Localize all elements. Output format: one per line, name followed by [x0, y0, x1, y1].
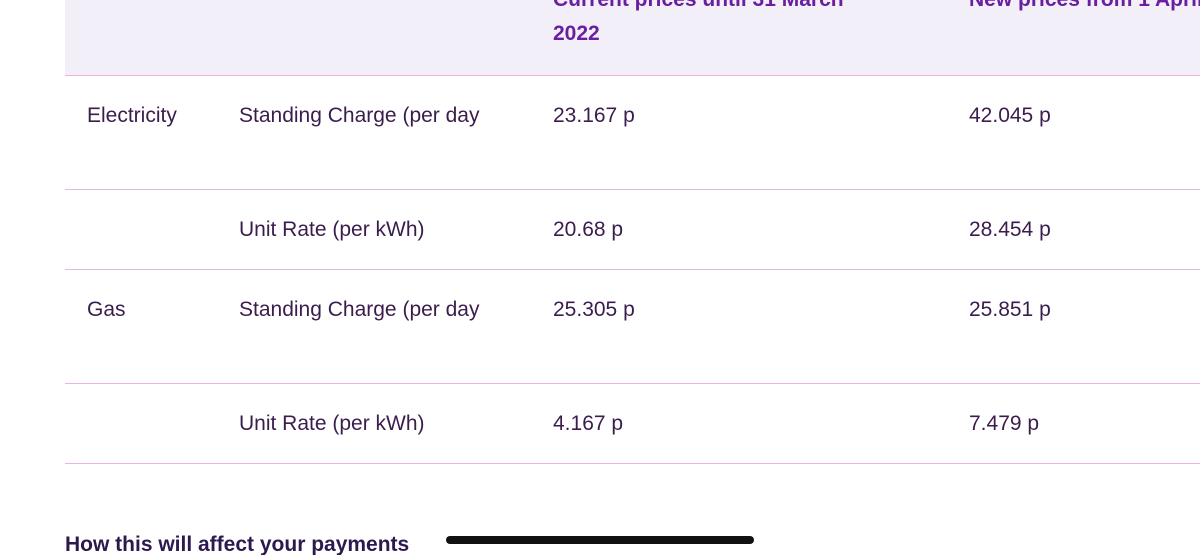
price-table-container: Current prices until 31 March 2022 New p… [65, 0, 1200, 464]
header-row: Current prices until 31 March 2022 New p… [65, 0, 1200, 75]
fuel-cell: Gas [87, 297, 126, 321]
redaction-bar [446, 536, 754, 544]
new-price-cell: 25.851 p [969, 297, 1051, 321]
charge-type-cell: Standing Charge (per day [239, 297, 480, 321]
header-new-prices-text: New prices from 1 April 2022 [969, 0, 1200, 17]
price-table: Current prices until 31 March 2022 New p… [65, 0, 1200, 464]
header-current-prices-text: Current prices until 31 March 2022 [553, 0, 844, 45]
new-price-cell: 7.479 p [969, 411, 1040, 435]
current-price-cell: 20.68 p [553, 217, 624, 241]
payments-section-heading: How this will affect your payments [65, 533, 410, 555]
current-price-cell: 23.167 p [553, 103, 635, 127]
current-price-cell: 25.305 p [553, 297, 635, 321]
charge-type-cell: Standing Charge (per day [239, 103, 480, 127]
page: Current prices until 31 March 2022 New p… [0, 0, 1200, 555]
fuel-cell [65, 189, 217, 269]
table-row: Unit Rate (per kWh) 20.68 p 28.454 p [65, 189, 1200, 269]
new-price-cell: 28.454 p [969, 217, 1051, 241]
table-row: Unit Rate (per kWh) 4.167 p 7.479 p [65, 383, 1200, 463]
price-table-body: Electricity Standing Charge (per day 23.… [65, 75, 1200, 463]
table-row: Electricity Standing Charge (per day 23.… [65, 75, 1200, 189]
new-price-cell: 42.045 p [969, 103, 1051, 127]
header-charge [217, 0, 531, 75]
table-row: Gas Standing Charge (per day 25.305 p 25… [65, 269, 1200, 383]
current-price-cell: 4.167 p [553, 411, 624, 435]
charge-type-cell: Unit Rate (per kWh) [239, 411, 425, 435]
header-current-prices: Current prices until 31 March 2022 [531, 0, 947, 75]
header-new-prices: New prices from 1 April 2022 [947, 0, 1200, 75]
fuel-cell: Electricity [87, 103, 177, 127]
header-fuel [65, 0, 217, 75]
price-table-header: Current prices until 31 March 2022 New p… [65, 0, 1200, 75]
fuel-cell [65, 383, 217, 463]
charge-type-cell: Unit Rate (per kWh) [239, 217, 425, 241]
